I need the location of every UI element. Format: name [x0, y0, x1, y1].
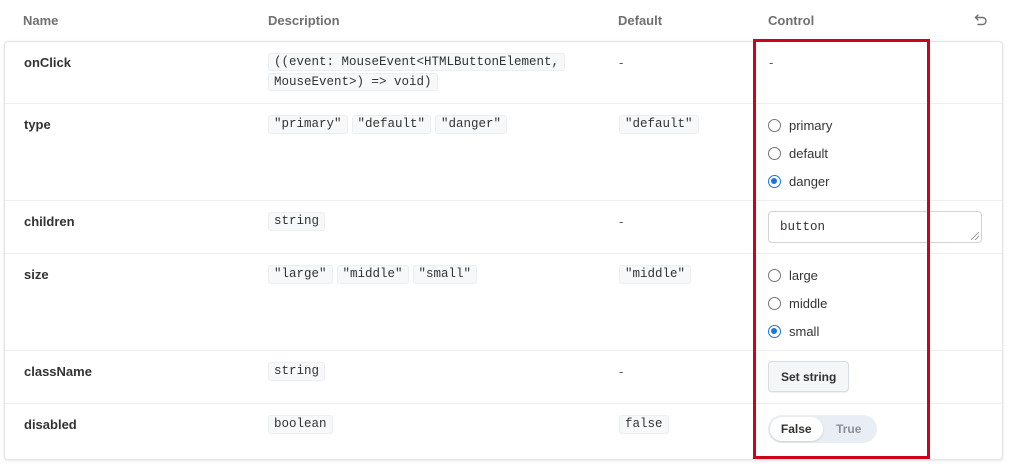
- radio-option-middle[interactable]: middle: [768, 289, 827, 317]
- table-row: disabled boolean false False True: [5, 403, 1002, 459]
- disabled-boolean-toggle[interactable]: False True: [768, 415, 877, 443]
- table-header: Name Description Default Control: [0, 0, 1009, 40]
- prop-default: -: [619, 55, 624, 70]
- table-row: size "large" "middle" "small" "middle" lar…: [5, 253, 1002, 350]
- prop-name: onClick: [24, 55, 71, 70]
- prop-name: disabled: [24, 417, 77, 432]
- toggle-option-false[interactable]: False: [770, 417, 823, 441]
- column-header-name: Name: [23, 13, 59, 28]
- radio-button[interactable]: [768, 146, 781, 160]
- args-table: onClick ((event: MouseEvent<HTMLButtonEl…: [4, 41, 1003, 460]
- radio-button[interactable]: [768, 118, 781, 132]
- children-text-input[interactable]: button: [768, 211, 982, 243]
- set-string-button[interactable]: Set string: [768, 361, 850, 392]
- prop-description: string: [268, 362, 329, 381]
- radio-option-default[interactable]: default: [768, 139, 832, 167]
- prop-name: size: [24, 267, 49, 282]
- radio-button[interactable]: [768, 268, 781, 282]
- column-header-control: Control: [768, 13, 815, 28]
- prop-control-none: -: [769, 55, 774, 70]
- prop-default: -: [619, 214, 624, 229]
- table-row: children string - button: [5, 200, 1002, 253]
- radio-option-primary[interactable]: primary: [768, 111, 832, 139]
- prop-default: -: [619, 364, 624, 379]
- column-header-description: Description: [268, 13, 340, 28]
- prop-default: false: [619, 415, 673, 434]
- prop-name: children: [24, 214, 75, 229]
- prop-description: string: [268, 212, 329, 231]
- prop-name: type: [24, 117, 51, 132]
- table-row: onClick ((event: MouseEvent<HTMLButtonEl…: [5, 42, 1002, 103]
- type-radio-group: primary default danger: [768, 111, 832, 195]
- radio-option-danger[interactable]: danger: [768, 167, 832, 195]
- prop-description: "large" "middle" "small": [268, 265, 481, 284]
- prop-description: boolean: [268, 415, 337, 434]
- radio-button[interactable]: [768, 296, 781, 310]
- prop-default: "middle": [619, 265, 695, 284]
- radio-button-selected[interactable]: [768, 324, 781, 338]
- prop-default: "default": [619, 115, 703, 134]
- resize-handle-icon[interactable]: [971, 232, 979, 240]
- prop-description: "primary" "default" "danger": [268, 115, 511, 134]
- reset-controls-icon[interactable]: [972, 11, 990, 29]
- table-row: type "primary" "default" "danger" "default…: [5, 103, 1002, 200]
- radio-button-selected[interactable]: [768, 174, 781, 188]
- prop-description: ((event: MouseEvent<HTMLButtonElement, M…: [268, 52, 566, 92]
- radio-option-small[interactable]: small: [768, 317, 827, 345]
- radio-option-large[interactable]: large: [768, 261, 827, 289]
- column-header-default: Default: [618, 13, 663, 28]
- size-radio-group: large middle small: [768, 261, 827, 345]
- prop-name: className: [24, 364, 92, 379]
- table-row: className string - Set string: [5, 350, 1002, 403]
- toggle-option-true[interactable]: True: [823, 417, 876, 441]
